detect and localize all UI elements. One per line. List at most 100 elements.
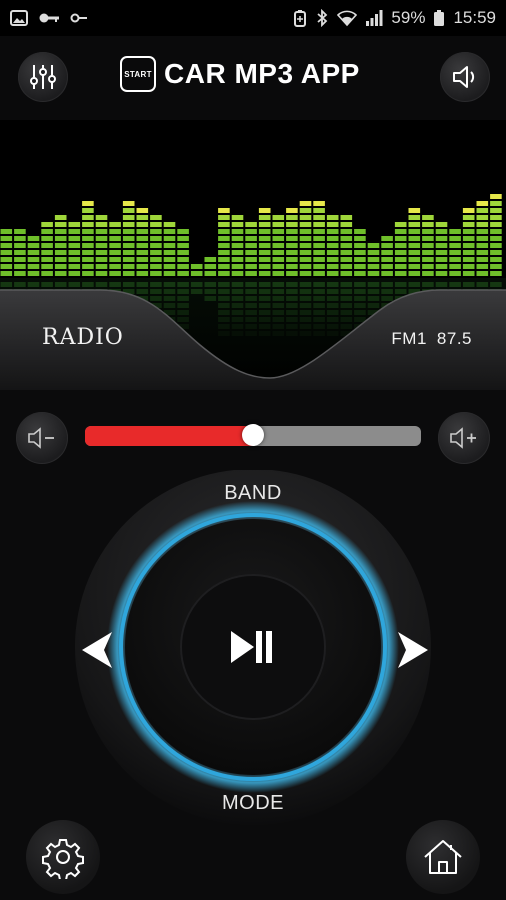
eq-segment bbox=[109, 271, 121, 276]
eq-segment bbox=[381, 250, 393, 255]
eq-segment bbox=[326, 215, 339, 220]
eq-segment bbox=[122, 208, 135, 213]
eq-segment bbox=[272, 243, 285, 248]
eq-segment bbox=[313, 222, 325, 227]
eq-segment bbox=[41, 271, 53, 276]
eq-segment bbox=[14, 264, 26, 269]
equalizer-button[interactable] bbox=[18, 52, 68, 102]
eq-segment bbox=[95, 222, 108, 227]
eq-segment bbox=[394, 229, 407, 234]
eq-segment bbox=[422, 250, 434, 255]
eq-segment bbox=[136, 208, 149, 213]
battery-saver-icon bbox=[294, 10, 307, 27]
eq-segment bbox=[95, 243, 108, 248]
mode-button[interactable]: MODE bbox=[0, 792, 506, 815]
eq-segment bbox=[68, 236, 81, 241]
eq-segment bbox=[286, 229, 298, 234]
eq-segment bbox=[299, 257, 312, 262]
eq-segment bbox=[449, 250, 461, 255]
eq-segment bbox=[231, 264, 244, 269]
eq-segment bbox=[109, 236, 121, 241]
eq-segment bbox=[82, 264, 94, 269]
eq-segment bbox=[258, 208, 271, 213]
eq-segment bbox=[27, 243, 40, 248]
eq-segment bbox=[490, 243, 502, 248]
eq-segment bbox=[462, 250, 475, 255]
eq-segment bbox=[462, 215, 475, 220]
eq-segment bbox=[41, 243, 53, 248]
eq-segment bbox=[82, 208, 94, 213]
eq-segment bbox=[462, 257, 475, 262]
eq-segment bbox=[14, 257, 26, 262]
eq-segment bbox=[218, 236, 230, 241]
eq-segment bbox=[490, 229, 502, 234]
wifi-icon bbox=[337, 10, 358, 27]
eq-segment bbox=[435, 229, 448, 234]
speaker-button[interactable] bbox=[440, 52, 490, 102]
eq-segment bbox=[136, 222, 149, 227]
start-badge-text: START bbox=[124, 69, 152, 79]
eq-segment bbox=[462, 264, 475, 269]
eq-segment bbox=[476, 250, 489, 255]
eq-segment bbox=[218, 250, 230, 255]
speaker-icon bbox=[453, 66, 475, 88]
eq-segment bbox=[435, 243, 448, 248]
eq-segment bbox=[218, 215, 230, 220]
eq-segment bbox=[394, 222, 407, 227]
eq-segment bbox=[163, 236, 176, 241]
eq-segment bbox=[0, 243, 13, 248]
eq-segment bbox=[381, 236, 393, 241]
eq-segment bbox=[354, 257, 366, 262]
settings-button[interactable] bbox=[26, 820, 100, 894]
eq-segment bbox=[326, 243, 339, 248]
eq-segment bbox=[163, 250, 176, 255]
eq-segment bbox=[367, 250, 380, 255]
eq-segment bbox=[177, 243, 189, 248]
eq-segment bbox=[367, 257, 380, 262]
eq-segment bbox=[0, 257, 13, 262]
eq-segment bbox=[299, 243, 312, 248]
eq-segment bbox=[0, 264, 13, 269]
eq-segment bbox=[354, 236, 366, 241]
eq-segment bbox=[313, 229, 325, 234]
eq-segment bbox=[0, 250, 13, 255]
volume-down-button[interactable] bbox=[16, 412, 68, 464]
eq-segment bbox=[449, 257, 461, 262]
eq-segment bbox=[68, 229, 81, 234]
volume-up-button[interactable] bbox=[438, 412, 490, 464]
eq-segment bbox=[218, 271, 230, 276]
eq-segment bbox=[299, 236, 312, 241]
eq-segment bbox=[109, 229, 121, 234]
eq-segment bbox=[218, 243, 230, 248]
eq-segment bbox=[258, 236, 271, 241]
eq-segment bbox=[258, 271, 271, 276]
band-button[interactable]: BAND bbox=[0, 482, 506, 505]
eq-segment bbox=[381, 271, 393, 276]
eq-segment bbox=[122, 264, 135, 269]
bluetooth-icon bbox=[317, 9, 328, 27]
eq-segment bbox=[27, 257, 40, 262]
eq-segment bbox=[286, 208, 298, 213]
eq-segment bbox=[367, 271, 380, 276]
eq-segment bbox=[54, 243, 67, 248]
eq-segment bbox=[326, 257, 339, 262]
eq-segment bbox=[41, 257, 53, 262]
eq-segment bbox=[476, 229, 489, 234]
eq-segment bbox=[231, 250, 244, 255]
eq-segment bbox=[190, 264, 203, 269]
eq-segment bbox=[299, 229, 312, 234]
eq-segment bbox=[326, 222, 339, 227]
volume-slider-knob[interactable] bbox=[242, 424, 264, 446]
eq-segment bbox=[408, 243, 421, 248]
home-icon bbox=[424, 840, 462, 874]
eq-segment bbox=[122, 229, 135, 234]
eq-segment bbox=[258, 250, 271, 255]
eq-segment bbox=[299, 201, 312, 206]
eq-segment bbox=[27, 264, 40, 269]
eq-segment bbox=[68, 250, 81, 255]
eq-segment bbox=[163, 257, 176, 262]
eq-segment bbox=[286, 250, 298, 255]
home-button[interactable] bbox=[406, 820, 480, 894]
eq-segment bbox=[449, 271, 461, 276]
eq-segment bbox=[490, 236, 502, 241]
